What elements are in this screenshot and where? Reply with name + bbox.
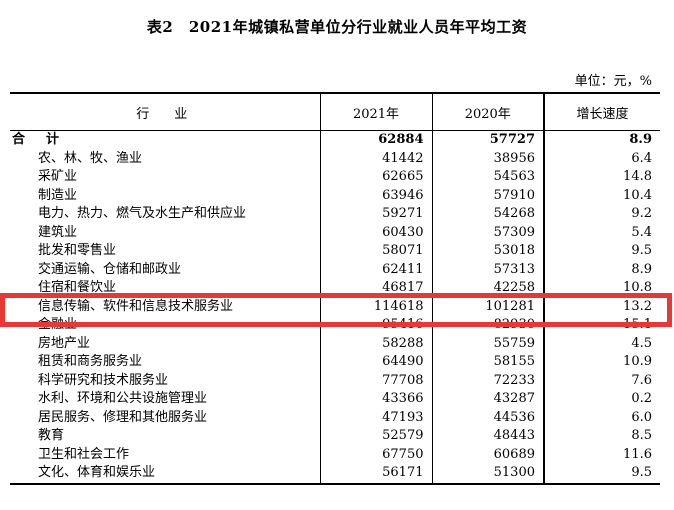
wage-2020-cell: 54563 [431, 168, 544, 187]
industry-cell: 房地产业 [38, 335, 91, 351]
wage-2021-cell: 63946 [319, 186, 432, 205]
industry-cell: 租赁和商务服务业 [38, 354, 143, 370]
table-title: 表2 2021年城镇私营单位分行业就业人员年平均工资 [146, 18, 528, 36]
header-industry: 行 业 [10, 92, 320, 131]
wage-2020-cell: 53018 [431, 242, 544, 261]
industry-cell: 居民服务、修理和其他服务业 [38, 409, 208, 425]
table-row: 科学研究和技术服务业 77708 72233 7.6 [10, 371, 660, 390]
wage-2021-cell: 67750 [319, 445, 432, 464]
table-row: 农、林、牧、渔业 41442 38956 6.4 [10, 149, 660, 168]
industry-cell: 文化、体育和娱乐业 [10, 464, 320, 485]
industry-cell: 合 计 [12, 132, 64, 148]
growth-cell: 5.4 [543, 223, 660, 242]
industry-cell: 电力、热力、燃气及水生产和供应业 [38, 206, 247, 222]
header-2021: 2021年 [319, 92, 432, 131]
table-row: 租赁和商务服务业 64490 58155 10.9 [10, 353, 660, 372]
industry-cell: 水利、环境和公共设施管理业 [38, 391, 208, 407]
table-row: 教育 52579 48443 8.5 [10, 427, 660, 446]
wage-2020-cell: 55759 [431, 334, 544, 353]
wage-2020-cell: 38956 [431, 149, 544, 168]
table-row: 电力、热力、燃气及水生产和供应业 59271 54268 9.2 [10, 205, 660, 224]
unit-note: 单位：元，% [574, 74, 652, 89]
table-row: 采矿业 62665 54563 14.8 [10, 168, 660, 187]
growth-cell: 9.2 [543, 205, 660, 224]
wage-2020-cell: 58155 [431, 353, 544, 372]
industry-cell: 科学研究和技术服务业 [38, 372, 169, 388]
wage-2020-cell: 57309 [431, 223, 544, 242]
growth-cell: 8.5 [543, 427, 660, 446]
wage-2021-cell: 43366 [319, 390, 432, 409]
table-row: 批发和零售业 58071 53018 9.5 [10, 242, 660, 261]
wage-2021-cell: 60430 [319, 223, 432, 242]
table-row: 建筑业 60430 57309 5.4 [10, 223, 660, 242]
wage-2021-cell: 64490 [319, 353, 432, 372]
table-row: 卫生和社会工作 67750 60689 11.6 [10, 445, 660, 464]
wage-2021-cell: 62411 [319, 260, 432, 279]
table-row: 制造业 63946 57910 10.4 [10, 186, 660, 205]
table-row: 居民服务、修理和其他服务业 47193 44536 6.0 [10, 408, 660, 427]
wage-2020-cell: 72233 [431, 371, 544, 390]
wage-2021-cell: 47193 [319, 408, 432, 427]
wage-2020-cell: 44536 [431, 408, 544, 427]
table-row: 房地产业 58288 55759 4.5 [10, 334, 660, 353]
industry-cell: 建筑业 [38, 224, 78, 240]
wage-2020-cell: 60689 [431, 445, 544, 464]
wage-2020-cell: 51300 [431, 464, 544, 485]
industry-cell: 交通运输、仓储和邮政业 [38, 261, 182, 277]
industry-cell: 教育 [38, 428, 65, 444]
growth-cell: 10.4 [543, 186, 660, 205]
growth-cell: 8.9 [543, 260, 660, 279]
growth-cell: 8.9 [543, 130, 660, 150]
wage-2020-cell: 48443 [431, 427, 544, 446]
table-row: 交通运输、仓储和邮政业 62411 57313 8.9 [10, 260, 660, 279]
total-row: 合 计 62884 57727 8.9 [10, 130, 660, 150]
wage-2021-cell: 58071 [319, 242, 432, 261]
growth-cell: 6.4 [543, 149, 660, 168]
wage-2021-cell: 59271 [319, 205, 432, 224]
growth-cell: 4.5 [543, 334, 660, 353]
wage-2020-cell: 57910 [431, 186, 544, 205]
table-row: 水利、环境和公共设施管理业 43366 43287 0.2 [10, 390, 660, 409]
growth-cell: 7.6 [543, 371, 660, 390]
wage-2020-cell: 57313 [431, 260, 544, 279]
wage-2020-cell: 57727 [431, 130, 544, 150]
wage-2021-cell: 41442 [319, 149, 432, 168]
wage-2021-cell: 52579 [319, 427, 432, 446]
wage-2021-cell: 62884 [319, 130, 432, 150]
industry-cell: 批发和零售业 [38, 243, 117, 259]
growth-cell: 11.6 [543, 445, 660, 464]
growth-cell: 6.0 [543, 408, 660, 427]
wage-2021-cell: 62665 [319, 168, 432, 187]
industry-cell: 农、林、牧、渔业 [38, 150, 143, 166]
growth-cell: 10.9 [543, 353, 660, 372]
wage-2021-cell: 58288 [319, 334, 432, 353]
growth-cell: 9.5 [543, 464, 660, 485]
growth-cell: 0.2 [543, 390, 660, 409]
wage-2021-cell: 56171 [319, 464, 432, 485]
wage-2021-cell: 77708 [319, 371, 432, 390]
industry-cell: 制造业 [38, 187, 78, 203]
growth-cell: 14.8 [543, 168, 660, 187]
table-row: 文化、体育和娱乐业 56171 51300 9.5 [10, 464, 660, 485]
header-growth: 增长速度 [543, 92, 660, 131]
header-2020: 2020年 [431, 92, 544, 131]
wage-table: 行 业 2021年 2020年 增长速度 合 计 62884 57727 8.9 农、林… [10, 92, 660, 485]
growth-cell: 9.5 [543, 242, 660, 261]
industry-cell: 卫生和社会工作 [38, 446, 130, 462]
highlight-box [0, 293, 672, 327]
industry-cell: 采矿业 [38, 169, 78, 185]
wage-2020-cell: 54268 [431, 205, 544, 224]
table-header-row: 行 业 2021年 2020年 增长速度 [10, 92, 660, 131]
wage-2020-cell: 43287 [431, 390, 544, 409]
